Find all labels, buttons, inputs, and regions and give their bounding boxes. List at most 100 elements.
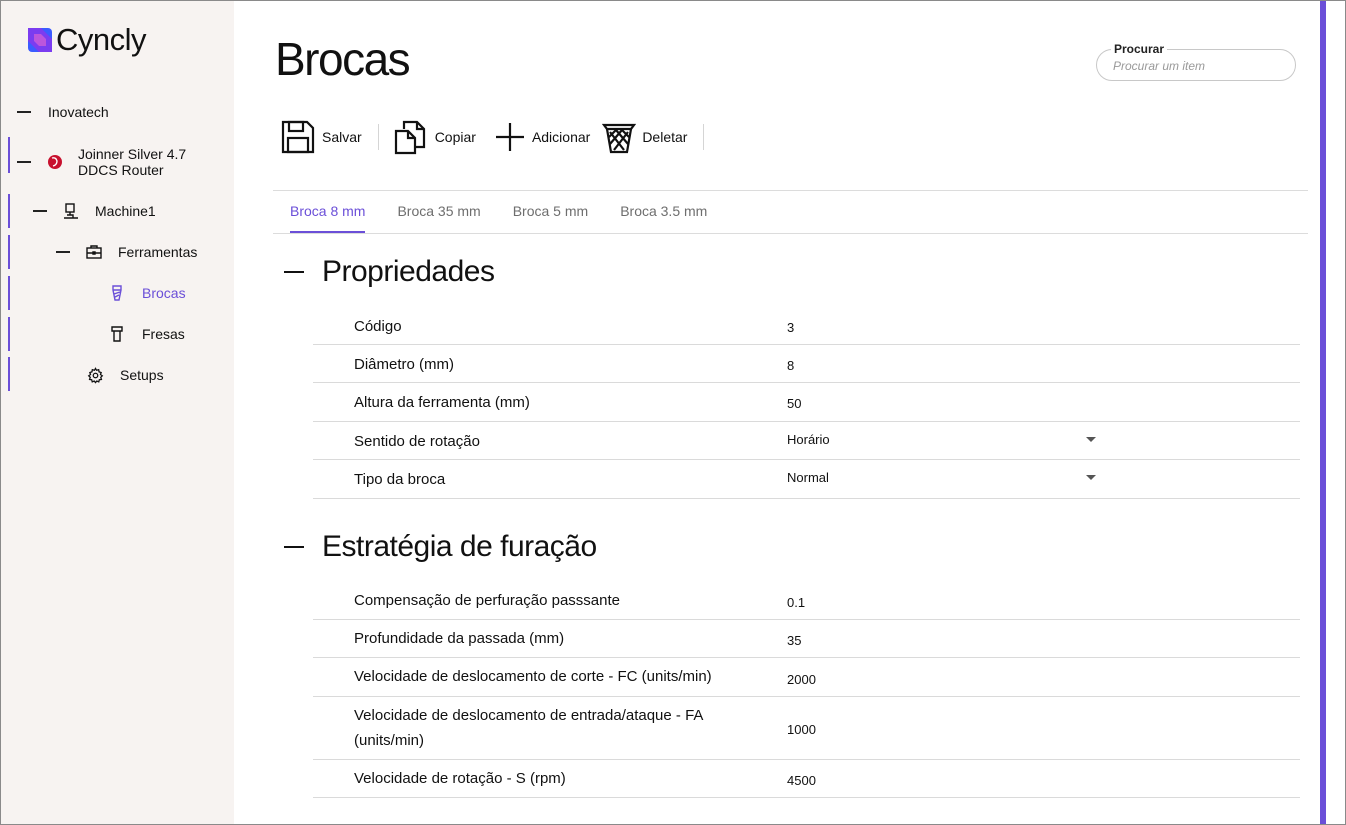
- collapse-dash-icon[interactable]: [17, 161, 31, 163]
- toolbar-divider: [377, 124, 379, 150]
- cyncly-logo: Cyncly: [28, 22, 147, 57]
- gear-icon: [86, 366, 104, 384]
- property-value-field[interactable]: 8: [787, 358, 794, 373]
- save-label: Salvar: [322, 129, 362, 145]
- sidebar-item-label: Brocas: [142, 285, 186, 301]
- tab-bar: Broca 8 mm Broca 35 mm Broca 5 mm Broca …: [290, 192, 739, 233]
- rotation-select[interactable]: Horário: [787, 432, 830, 447]
- collapse-dash-icon[interactable]: [56, 251, 70, 253]
- tab-broca-5mm[interactable]: Broca 5 mm: [513, 192, 588, 233]
- collapse-dash-icon[interactable]: [33, 210, 47, 212]
- cyncly-logo-mark-icon: [28, 28, 52, 52]
- sidebar-item-setups[interactable]: Setups: [86, 366, 164, 384]
- sidebar-item-brocas[interactable]: Brocas: [108, 284, 186, 302]
- collapse-dash-icon[interactable]: [17, 111, 31, 113]
- property-label: Diâmetro (mm): [354, 356, 454, 373]
- sidebar-item-label: Fresas: [142, 326, 185, 342]
- drill-bit-icon: [108, 284, 126, 302]
- property-value-field[interactable]: 2000: [787, 672, 816, 687]
- sidebar-item-inovatech[interactable]: Inovatech: [17, 104, 109, 120]
- property-row[interactable]: Sentido de rotação Horário: [313, 422, 1300, 460]
- property-row[interactable]: Tipo da broca Normal: [313, 460, 1300, 499]
- section-title: Estratégia de furação: [322, 530, 597, 563]
- property-row: Altura da ferramenta (mm) 50: [313, 383, 1300, 422]
- tree-indent-bar: [8, 276, 10, 310]
- tree-indent-bar: [8, 317, 10, 351]
- tree-indent-bar: [8, 235, 10, 269]
- property-label: Velocidade de rotação - S (rpm): [354, 770, 566, 787]
- sidebar-item-label: Inovatech: [48, 104, 109, 120]
- save-button[interactable]: Salvar: [280, 118, 362, 156]
- search-box[interactable]: Procurar: [1096, 42, 1296, 81]
- sidebar-item-fresas[interactable]: Fresas: [108, 325, 185, 343]
- sidebar-item-label: Machine1: [95, 203, 156, 219]
- sidebar-item-label: Ferramentas: [118, 244, 198, 260]
- property-value-field[interactable]: 0.1: [787, 595, 805, 610]
- page-title: Brocas: [275, 33, 411, 85]
- router-brand-icon: [46, 153, 64, 171]
- property-label: Tipo da broca: [354, 471, 446, 488]
- toolbar-divider: [703, 124, 705, 150]
- delete-button[interactable]: Deletar: [602, 118, 687, 156]
- sidebar-item-ferramentas[interactable]: Ferramentas: [56, 243, 197, 261]
- drill-type-select[interactable]: Normal: [787, 470, 829, 485]
- sidebar-item-joinner[interactable]: Joinner Silver 4.7 DDCS Router: [17, 146, 208, 178]
- toolbox-icon: [85, 243, 103, 261]
- property-value-field[interactable]: 3: [787, 320, 794, 335]
- sidebar-item-label: Setups: [120, 367, 164, 383]
- search-input[interactable]: [1113, 59, 1283, 73]
- chevron-down-icon[interactable]: [1086, 475, 1096, 480]
- add-label: Adicionar: [531, 129, 591, 145]
- tree-indent-bar: [8, 137, 10, 173]
- property-row: Profundidade da passada (mm) 35: [313, 620, 1300, 658]
- sidebar: Cyncly Inovatech Joinner Silver 4.7 DDCS…: [1, 1, 234, 824]
- property-label: Altura da ferramenta (mm): [354, 394, 530, 411]
- property-row: Código 3: [313, 306, 1300, 345]
- property-value-field[interactable]: 50: [787, 396, 801, 411]
- section-title: Propriedades: [322, 255, 495, 288]
- property-row: Velocidade de deslocamento de corte - FC…: [313, 658, 1300, 697]
- save-icon: [281, 120, 315, 154]
- property-label: Profundidade da passada (mm): [354, 630, 565, 647]
- property-label: Compensação de perfuração passsante: [354, 592, 621, 609]
- section-toggle-strategy[interactable]: Estratégia de furação: [284, 530, 597, 564]
- chevron-down-icon[interactable]: [1086, 437, 1096, 442]
- tab-broca-35mm[interactable]: Broca 35 mm: [397, 192, 480, 233]
- property-row: Velocidade de deslocamento de entrada/at…: [313, 697, 1300, 760]
- property-label: Velocidade de deslocamento de corte - FC…: [354, 668, 712, 685]
- property-value-field[interactable]: 1000: [787, 722, 816, 737]
- machine-icon: [62, 202, 80, 220]
- tabs-divider: [273, 233, 1308, 234]
- property-label: Código: [354, 318, 402, 335]
- plus-icon: [495, 123, 524, 151]
- tab-broca-3-5mm[interactable]: Broca 3.5 mm: [620, 192, 707, 233]
- scrollbar-accent[interactable]: [1320, 1, 1326, 824]
- tree-indent-bar: [8, 194, 10, 228]
- copy-icon: [394, 120, 425, 155]
- search-label: Procurar: [1111, 42, 1168, 56]
- sidebar-item-label: Joinner Silver 4.7 DDCS Router: [78, 146, 187, 178]
- add-button[interactable]: Adicionar: [494, 118, 590, 156]
- section-toggle-properties[interactable]: Propriedades: [284, 255, 495, 289]
- logo-text: Cyncly: [56, 22, 147, 57]
- tab-broca-8mm[interactable]: Broca 8 mm: [290, 192, 366, 233]
- property-value-field[interactable]: 4500: [787, 773, 816, 788]
- collapse-dash-icon: [284, 546, 304, 548]
- property-label: Velocidade de deslocamento de entrada/at…: [354, 707, 703, 749]
- strategy-table: Compensação de perfuração passsante 0.1 …: [313, 582, 1300, 798]
- tree-indent-bar: [8, 357, 10, 391]
- collapse-dash-icon: [284, 271, 304, 273]
- toolbar: Salvar Copiar Adicionar Deletar: [280, 118, 718, 156]
- property-row: Velocidade de rotação - S (rpm) 4500: [313, 760, 1300, 798]
- milling-bit-icon: [108, 325, 126, 343]
- copy-button[interactable]: Copiar: [393, 118, 476, 156]
- property-row: Diâmetro (mm) 8: [313, 345, 1300, 383]
- sidebar-item-machine1[interactable]: Machine1: [33, 202, 156, 220]
- property-row: Compensação de perfuração passsante 0.1: [313, 582, 1300, 620]
- delete-label: Deletar: [642, 129, 688, 145]
- trash-basket-icon: [602, 123, 637, 154]
- copy-label: Copiar: [434, 129, 476, 145]
- tabs-divider: [273, 190, 1308, 191]
- properties-table: Código 3 Diâmetro (mm) 8 Altura da ferra…: [313, 306, 1300, 499]
- property-value-field[interactable]: 35: [787, 633, 801, 648]
